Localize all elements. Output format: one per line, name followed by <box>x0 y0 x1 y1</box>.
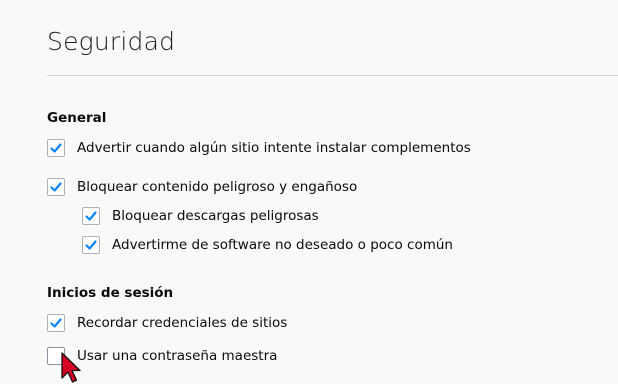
checkbox-row-block-downloads[interactable]: Bloquear descargas peligrosas <box>82 205 319 227</box>
section-heading-general: General <box>47 110 107 126</box>
check-icon <box>50 143 62 153</box>
block-downloads-checkbox[interactable] <box>82 207 100 225</box>
warn-unwanted-label: Advertirme de software no deseado o poco… <box>112 237 453 253</box>
warn-addons-checkbox[interactable] <box>47 139 65 157</box>
checkbox-row-warn-unwanted[interactable]: Advertirme de software no deseado o poco… <box>82 234 453 256</box>
warn-unwanted-checkbox[interactable] <box>82 236 100 254</box>
remember-logins-checkbox[interactable] <box>47 314 65 332</box>
block-dangerous-checkbox[interactable] <box>47 178 65 196</box>
checkbox-row-warn-addons[interactable]: Advertir cuando algún sitio intente inst… <box>47 137 471 159</box>
check-icon <box>50 182 62 192</box>
block-dangerous-label: Bloquear contenido peligroso y engañoso <box>77 179 358 195</box>
checkbox-row-remember-logins[interactable]: Recordar credenciales de sitios <box>47 312 287 334</box>
block-downloads-label: Bloquear descargas peligrosas <box>112 208 319 224</box>
master-password-label: Usar una contraseña maestra <box>77 348 278 364</box>
warn-addons-label: Advertir cuando algún sitio intente inst… <box>77 140 471 156</box>
checkbox-row-block-dangerous[interactable]: Bloquear contenido peligroso y engañoso <box>47 176 357 198</box>
remember-logins-label: Recordar credenciales de sitios <box>77 315 288 331</box>
check-icon <box>85 211 97 221</box>
check-icon <box>85 240 97 250</box>
mouse-pointer-icon <box>61 352 81 383</box>
page-title: Seguridad <box>47 27 176 56</box>
title-divider <box>47 75 618 76</box>
check-icon <box>50 318 62 328</box>
section-heading-logins: Inicios de sesión <box>47 285 174 301</box>
